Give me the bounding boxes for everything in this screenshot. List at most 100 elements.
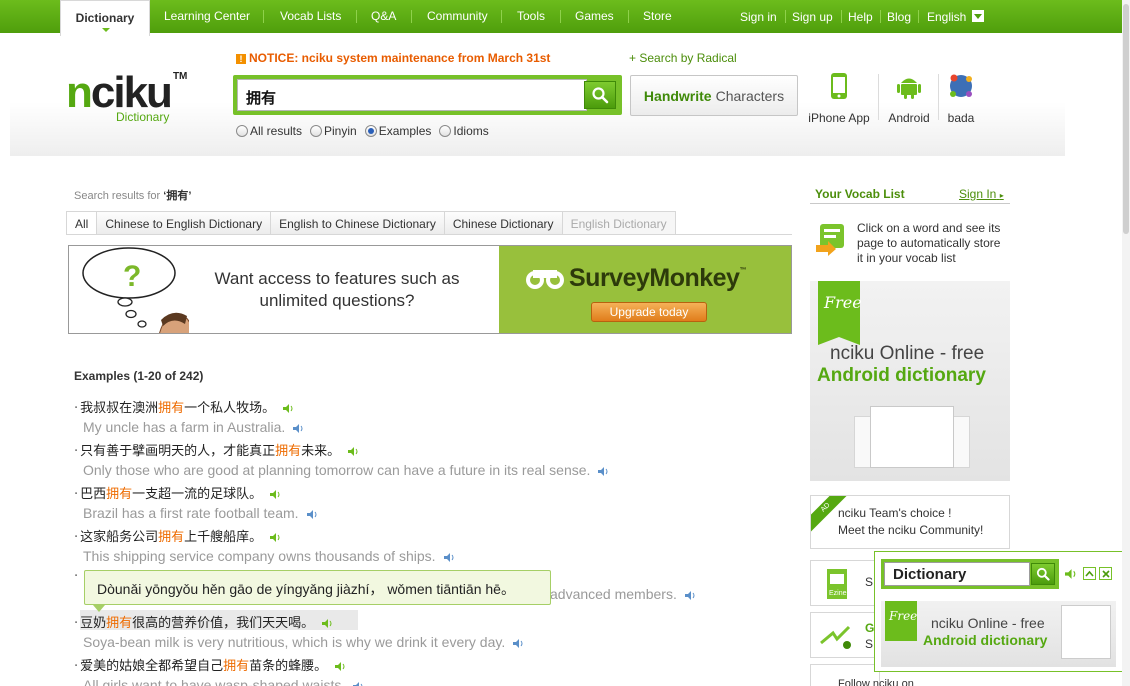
search-mode-radios: All results Pinyin Examples Idioms xyxy=(236,124,489,138)
speaker-icon[interactable] xyxy=(270,490,281,499)
tab-chinese-to-english[interactable]: Chinese to English Dictionary xyxy=(96,211,272,235)
nav-tab-dictionary[interactable]: Dictionary xyxy=(60,0,150,36)
search-button[interactable] xyxy=(584,81,616,109)
upgrade-today-button[interactable]: Upgrade today xyxy=(591,302,707,322)
nav-sign-in[interactable]: Sign in xyxy=(740,10,777,24)
radio-examples[interactable]: Examples xyxy=(364,124,431,138)
tab-english-dictionary[interactable]: English Dictionary xyxy=(561,211,676,235)
free-flag: Free xyxy=(818,281,862,345)
logo-subtitle: Dictionary xyxy=(116,110,170,124)
widget-promo-line-1: nciku Online - free xyxy=(931,615,1045,631)
surveymonkey-logo-icon xyxy=(526,270,564,289)
nav-divider xyxy=(263,10,264,23)
nav-blog[interactable]: Blog xyxy=(887,10,911,24)
speaker-icon[interactable] xyxy=(353,682,364,686)
scrollbar[interactable] xyxy=(1122,0,1130,686)
nav-divider xyxy=(356,10,357,23)
nav-link-qa[interactable]: Q&A xyxy=(371,9,396,23)
speaker-icon[interactable] xyxy=(348,447,359,456)
speaker-icon[interactable] xyxy=(283,404,294,413)
iphone-app-link[interactable]: iPhone App xyxy=(808,72,870,125)
nav-link-community[interactable]: Community xyxy=(427,9,488,23)
widget-search-input[interactable]: Dictionary xyxy=(884,562,1030,586)
svg-text:?: ? xyxy=(123,260,141,293)
nav-sign-up[interactable]: Sign up xyxy=(792,10,833,24)
nav-link-learning-center[interactable]: Learning Center xyxy=(164,9,250,23)
android-icon xyxy=(897,78,921,99)
vocab-list-title: Your Vocab List xyxy=(815,187,905,201)
speaker-icon[interactable] xyxy=(306,510,318,519)
nav-divider xyxy=(560,10,561,23)
handwrite-characters-button[interactable]: Handwrite Characters xyxy=(630,75,798,116)
warning-icon: ! xyxy=(236,54,246,64)
nav-link-tools[interactable]: Tools xyxy=(517,9,545,23)
ezine-box[interactable]: Ezine S xyxy=(810,560,880,606)
speaker-icon[interactable] xyxy=(684,591,696,600)
maintenance-notice[interactable]: ! NOTICE: nciku system maintenance from M… xyxy=(236,51,550,65)
team-choice-box[interactable]: AD nciku Team's choice ! Meet the nciku … xyxy=(810,495,1010,549)
nav-link-games[interactable]: Games xyxy=(575,9,614,23)
nav-divider xyxy=(841,10,842,23)
widget-promo-line-2: Android dictionary xyxy=(923,632,1048,648)
divider xyxy=(878,74,879,120)
radio-idioms[interactable]: Idioms xyxy=(439,124,489,138)
team-choice-line-1: nciku Team's choice ! xyxy=(838,506,952,520)
nav-divider xyxy=(628,10,629,23)
widget-search-button[interactable] xyxy=(1031,563,1055,585)
speaker-icon[interactable] xyxy=(270,533,281,542)
vocab-sign-in-link[interactable]: Sign In ▸ xyxy=(959,187,1004,201)
speaker-icon[interactable] xyxy=(1065,569,1077,579)
phone-screenshot-icon xyxy=(1061,605,1111,659)
bada-icon xyxy=(950,74,972,97)
android-app-link[interactable]: Android xyxy=(886,72,932,125)
android-promo[interactable]: Free nciku Online - free Android diction… xyxy=(810,281,1010,481)
speaker-icon[interactable] xyxy=(322,619,333,628)
promo-line-1: nciku Online - free xyxy=(830,343,985,364)
speaker-icon[interactable] xyxy=(513,639,524,648)
search-input[interactable]: 拥有 xyxy=(237,79,587,111)
widget-close-button[interactable] xyxy=(1099,567,1112,580)
ad-text: Want access to features such as unlimite… xyxy=(214,269,460,310)
nav-link-vocab-lists[interactable]: Vocab Lists xyxy=(280,9,341,23)
example-item: · 爱美的姑娘全都希望自己拥有苗条的蜂腰。 All girls want to h… xyxy=(74,655,364,686)
search-icon xyxy=(1036,567,1050,581)
speaker-icon[interactable] xyxy=(598,467,609,476)
example-item: · 我叔叔在澳洲拥有一个私人牧场。 My uncle has a farm in … xyxy=(74,397,304,435)
nav-help[interactable]: Help xyxy=(848,10,873,24)
nav-divider xyxy=(918,10,919,23)
surveymonkey-panel: SurveyMonkey™ Upgrade today xyxy=(499,246,791,333)
widget-collapse-button[interactable] xyxy=(1083,567,1096,580)
ad-banner[interactable]: ? Want access to features such as unlimi… xyxy=(68,245,792,334)
widget-android-promo[interactable]: Free nciku Online - free Android diction… xyxy=(881,601,1116,667)
speaker-icon[interactable] xyxy=(293,424,304,433)
radio-pinyin[interactable]: Pinyin xyxy=(310,124,357,138)
language-select[interactable]: English xyxy=(927,10,966,24)
floating-dictionary-widget: Dictionary Free nciku Online - free Andr… xyxy=(874,551,1125,672)
tabs-underline xyxy=(66,234,792,235)
game-box[interactable]: G S xyxy=(810,612,880,658)
nav-divider xyxy=(411,10,412,23)
svg-text:Ezine: Ezine xyxy=(829,590,847,597)
vocab-add-icon xyxy=(816,224,844,256)
search-by-radical-link[interactable]: + Search by Radical xyxy=(629,51,737,65)
nav-link-store[interactable]: Store xyxy=(643,9,672,23)
free-flag: Free xyxy=(885,601,917,641)
tab-english-to-chinese[interactable]: English to Chinese Dictionary xyxy=(270,211,445,235)
example-item: · 豆奶拥有很高的营养价值，我们天天喝。 Soya-bean milk is ve… xyxy=(74,612,524,650)
ezine-icon: Ezine xyxy=(827,569,847,599)
search-bar: 拥有 xyxy=(233,75,622,115)
speaker-icon[interactable] xyxy=(443,553,455,562)
radio-all-results[interactable]: All results xyxy=(236,124,302,138)
nav-divider xyxy=(785,10,786,23)
caret-down-icon xyxy=(102,28,110,32)
game-sublabel: S xyxy=(865,637,874,651)
speaker-icon[interactable] xyxy=(335,662,346,671)
follow-nciku-label: Follow nciku on xyxy=(838,678,914,686)
scrollbar-thumb[interactable] xyxy=(1123,4,1129,234)
tab-chinese-dictionary[interactable]: Chinese Dictionary xyxy=(443,211,563,235)
tab-all[interactable]: All xyxy=(66,211,98,235)
team-choice-link[interactable]: Meet the nciku Community! xyxy=(838,523,983,537)
chevron-down-icon[interactable] xyxy=(972,10,984,22)
bada-app-link[interactable]: bada xyxy=(944,72,978,125)
top-nav: Dictionary Learning Center Vocab Lists Q… xyxy=(0,0,1122,36)
